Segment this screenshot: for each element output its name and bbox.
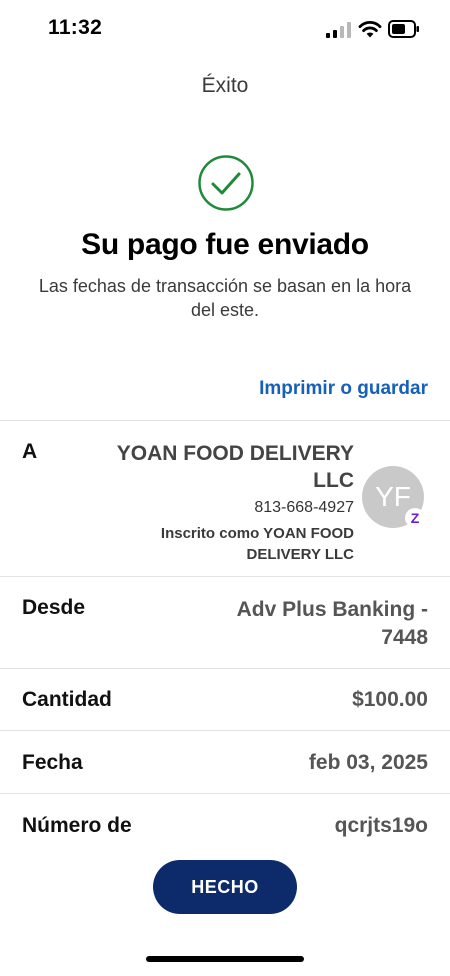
page-title: Éxito	[201, 74, 249, 97]
cellular-signal-icon	[326, 22, 351, 38]
status-bar: 11:32	[0, 0, 450, 60]
divider	[0, 793, 450, 794]
status-time: 11:32	[48, 16, 103, 39]
amount-label: Cantidad	[22, 688, 112, 711]
recipient-name: YOAN FOOD DELIVERY LLC	[116, 442, 354, 492]
done-button[interactable]: HECHO	[153, 860, 297, 914]
battery-icon	[388, 20, 419, 38]
recipient-phone: 813-668-4927	[254, 499, 354, 516]
divider	[0, 576, 450, 577]
amount-value: $100.00	[352, 688, 428, 711]
divider	[0, 420, 450, 421]
from-account-value: Adv Plus Banking - 7448	[236, 598, 428, 649]
zelle-badge-icon: Z	[405, 508, 425, 528]
home-indicator[interactable]	[146, 956, 304, 962]
recipient-label: A	[22, 440, 38, 463]
success-headline: Su pago fue enviado	[81, 228, 369, 261]
date-value: feb 03, 2025	[308, 751, 428, 774]
payment-confirmation-screen: 11:32 Éxito Su pago fue enviado Las fech…	[0, 0, 450, 976]
divider	[0, 668, 450, 669]
date-label: Fecha	[22, 751, 83, 774]
timezone-note: Las fechas de transacción se basan en la…	[38, 276, 412, 320]
success-check-icon	[198, 155, 254, 211]
recipient-details: YOAN FOOD DELIVERY LLC 813-668-4927 Insc…	[104, 440, 354, 565]
print-or-save-link[interactable]: Imprimir o guardar	[259, 378, 428, 400]
number-label: Número de	[22, 814, 132, 837]
divider	[0, 730, 450, 731]
recipient-enrolled-note: Inscrito como YOAN FOOD DELIVERY LLC	[160, 525, 354, 563]
wifi-icon	[358, 21, 382, 38]
from-label: Desde	[22, 596, 86, 619]
number-value: qcrjts19o	[334, 814, 428, 837]
